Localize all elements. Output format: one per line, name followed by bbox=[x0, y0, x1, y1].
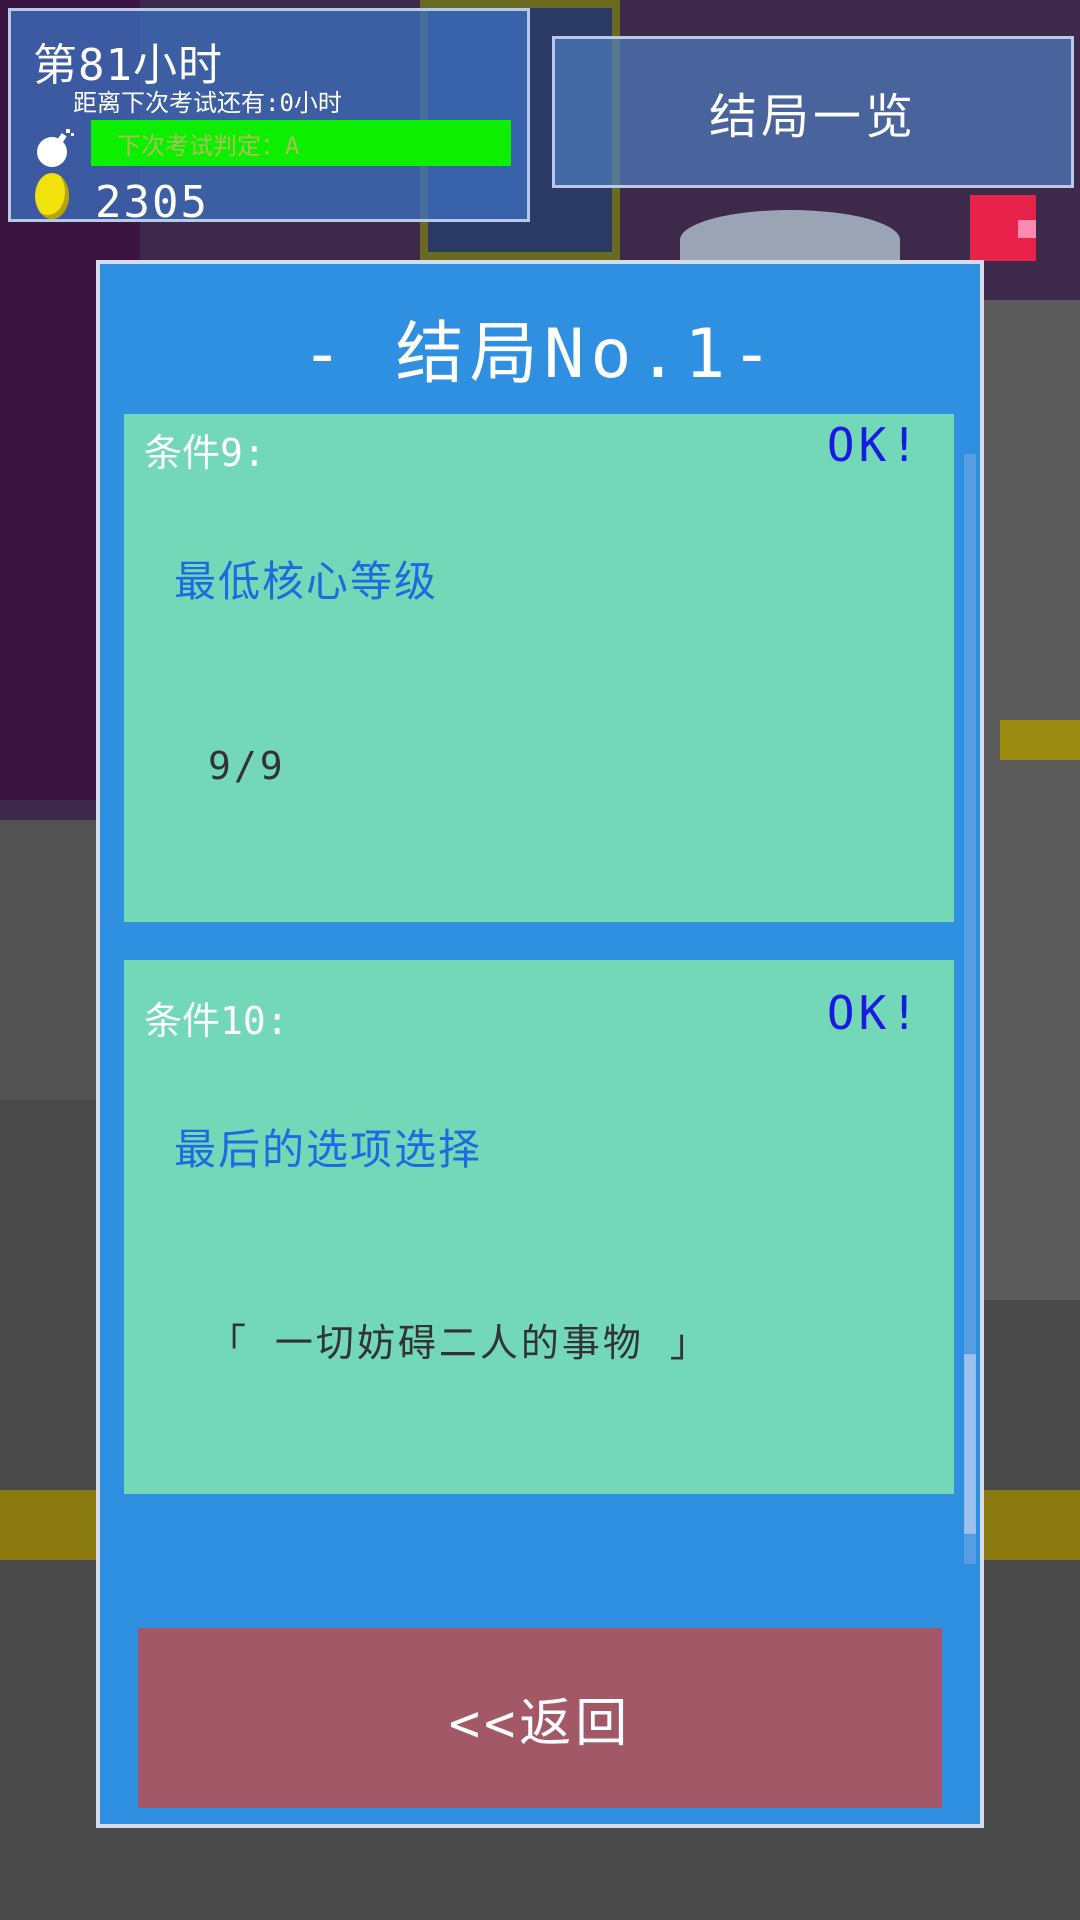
condition-label: 条件10: bbox=[144, 999, 289, 1043]
condition-card: 条件9: OK! 最低核心等级 9/9 bbox=[124, 414, 954, 922]
condition-value: 9/9 bbox=[208, 744, 286, 788]
ending-title: - 结局No.1- bbox=[301, 315, 779, 394]
condition-value: 「 一切妨碍二人的事物 」 bbox=[208, 1321, 711, 1365]
endings-list-button[interactable]: 结局一览 bbox=[552, 36, 1074, 188]
back-button[interactable]: <<返回 bbox=[138, 1628, 942, 1808]
exam-grade-text: 下次考试判定：A bbox=[117, 132, 300, 160]
coin-icon bbox=[35, 173, 69, 219]
gold-amount: 2305 bbox=[95, 177, 209, 228]
scrollbar-thumb[interactable] bbox=[964, 1354, 976, 1534]
condition-label: 条件9: bbox=[144, 431, 266, 475]
conditions-scrollbar[interactable] bbox=[964, 454, 976, 1564]
ending-panel: - 结局No.1- 条件9: OK! 最低核心等级 9/9 条件10: OK! … bbox=[96, 260, 984, 1828]
conditions-scroll-area[interactable]: 条件9: OK! 最低核心等级 9/9 条件10: OK! 最后的选项选择 「 … bbox=[124, 414, 954, 1524]
condition-status: OK! bbox=[826, 418, 922, 472]
background-flower-center bbox=[1018, 220, 1036, 238]
background-sofa-trim bbox=[1000, 720, 1080, 760]
condition-card: 条件10: OK! 最后的选项选择 「 一切妨碍二人的事物 」 bbox=[124, 960, 954, 1494]
status-hud: 第81小时 距离下次考试还有:0小时 下次考试判定：A 2305 bbox=[8, 8, 530, 228]
exam-countdown: 距离下次考试还有:0小时 bbox=[73, 89, 342, 117]
condition-name: 最低核心等级 bbox=[174, 557, 439, 606]
bomb-icon bbox=[37, 129, 74, 167]
condition-name: 最后的选项选择 bbox=[174, 1125, 483, 1174]
exam-grade-bar: 下次考试判定：A bbox=[91, 120, 511, 166]
condition-status: OK! bbox=[826, 986, 922, 1040]
